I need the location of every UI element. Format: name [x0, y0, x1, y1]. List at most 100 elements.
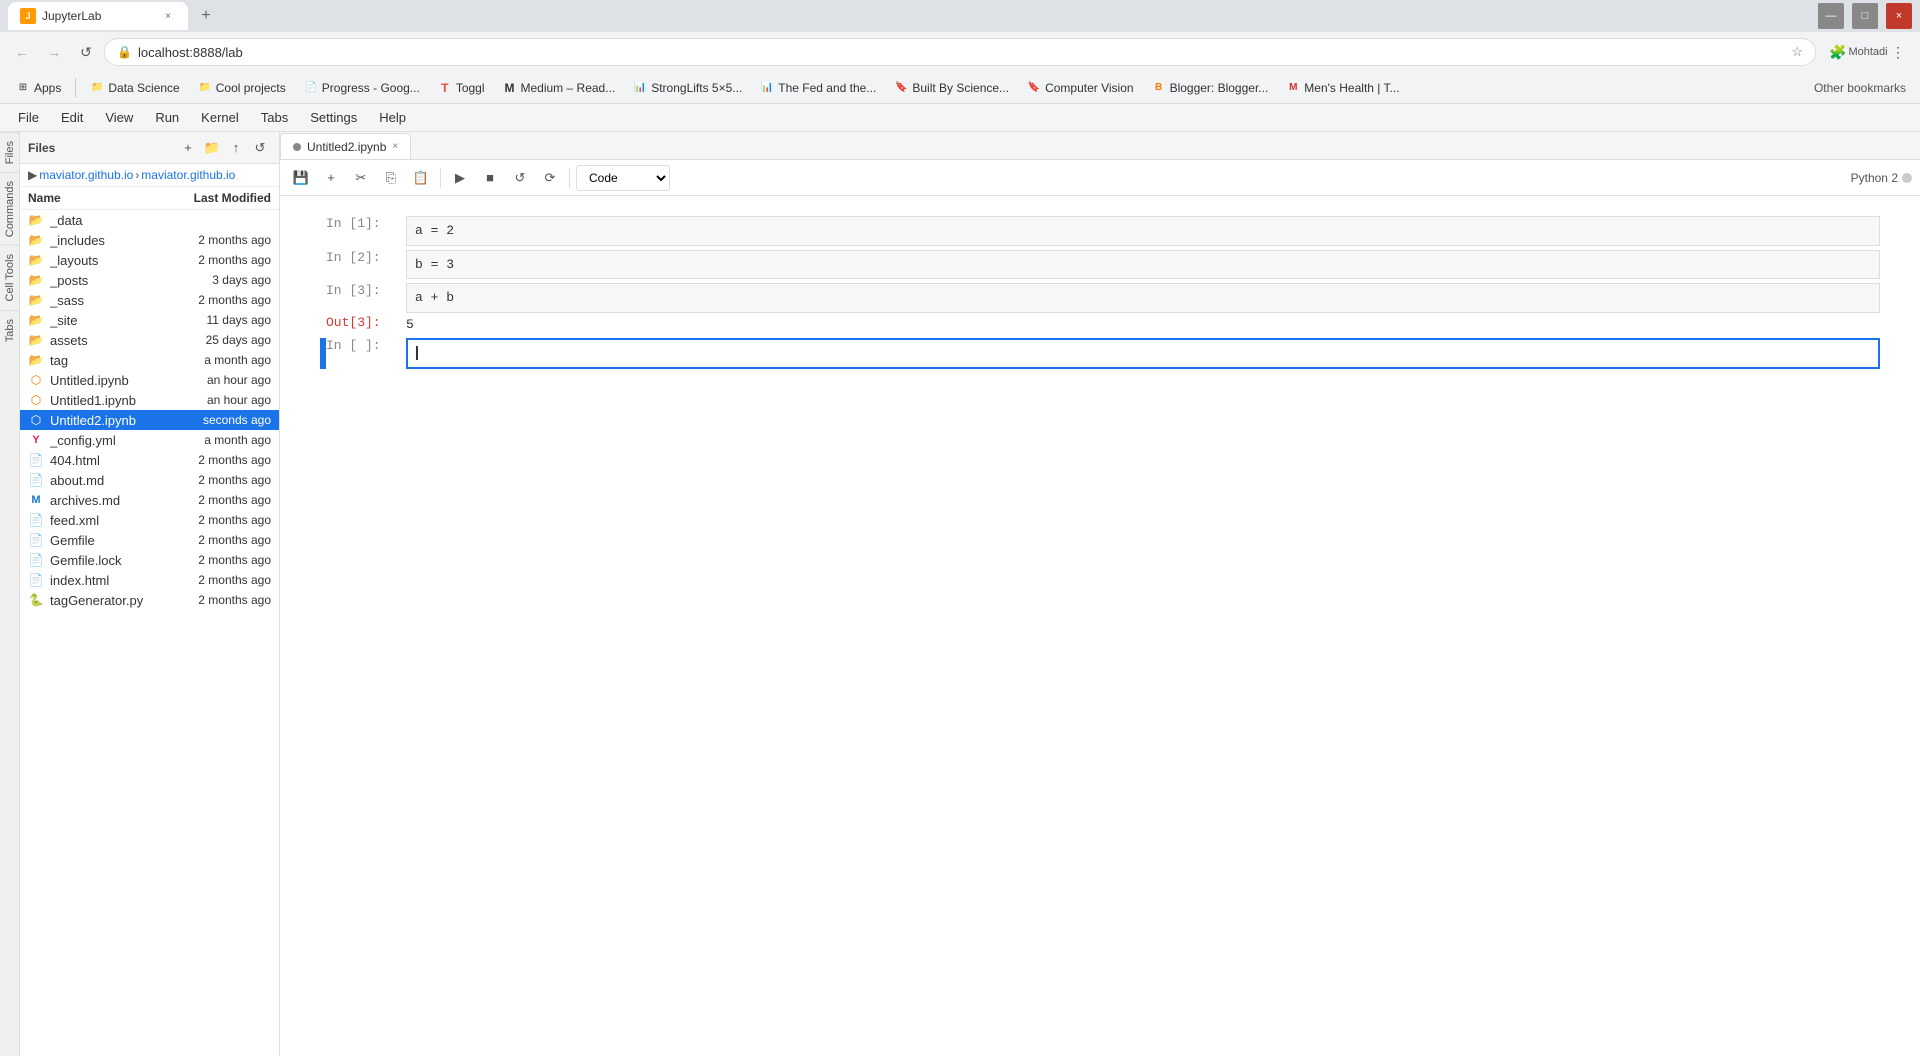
more-bookmarks-button[interactable]: Other bookmarks [1808, 79, 1912, 97]
file-modified-date: 2 months ago [198, 553, 271, 567]
restart-run-all-button[interactable]: ⟳ [537, 165, 563, 191]
code-cell-input[interactable]: a = 2 [406, 216, 1880, 246]
notebook-area: Untitled2.ipynb × 💾 + ✂ ⎘ 📋 ▶ ■ [280, 132, 1920, 1056]
modified-indicator [293, 143, 301, 151]
list-item[interactable]: 📂 tag a month ago [20, 350, 279, 370]
bookmark-data-science[interactable]: 📁 Data Science [82, 79, 187, 97]
list-item[interactable]: 📂 _data [20, 210, 279, 230]
vertical-tabs: Files Commands Cell Tools Tabs [0, 132, 20, 1056]
code-cell-input[interactable]: b = 3 [406, 250, 1880, 280]
reload-button[interactable]: ↺ [72, 38, 100, 66]
cell-type-selector[interactable]: Code Markdown Raw [576, 165, 670, 191]
list-item[interactable]: Y _config.yml a month ago [20, 430, 279, 450]
list-item[interactable]: 🐍 tagGenerator.py 2 months ago [20, 590, 279, 610]
window-close[interactable]: × [1886, 3, 1912, 29]
vert-tab-files[interactable]: Files [0, 132, 19, 172]
active-code-cell-input[interactable] [406, 338, 1880, 370]
folder-icon: 📂 [28, 252, 44, 268]
bookmark-progress[interactable]: 📄 Progress - Goog... [296, 79, 428, 97]
copy-cell-button[interactable]: ⎘ [378, 165, 404, 191]
toolbar-separator [440, 168, 441, 188]
bookmark-computer-vision[interactable]: 🔖 Computer Vision [1019, 79, 1142, 97]
add-cell-button[interactable]: + [318, 165, 344, 191]
new-launcher-button[interactable]: + [177, 137, 199, 159]
breadcrumb-root[interactable]: maviator.github.io [39, 168, 133, 182]
menu-edit[interactable]: Edit [51, 106, 93, 129]
bookmark-star[interactable]: ☆ [1791, 44, 1803, 60]
cell-input-prompt: In [2]: [326, 250, 406, 265]
window-minimize[interactable]: — [1818, 3, 1844, 29]
upload-button[interactable]: ↑ [225, 137, 247, 159]
breadcrumb-child[interactable]: maviator.github.io [141, 168, 235, 182]
list-item[interactable]: 📄 Gemfile.lock 2 months ago [20, 550, 279, 570]
bookmark-stronglifts[interactable]: 📊 StrongLifts 5×5... [625, 79, 750, 97]
list-item[interactable]: 📂 _layouts 2 months ago [20, 250, 279, 270]
vert-tab-commands[interactable]: Commands [0, 172, 19, 245]
list-item[interactable]: M archives.md 2 months ago [20, 490, 279, 510]
run-cell-button[interactable]: ▶ [447, 165, 473, 191]
mens-health-icon: M [1286, 81, 1300, 95]
cut-cell-button[interactable]: ✂ [348, 165, 374, 191]
menu-button[interactable]: ⋮ [1884, 38, 1912, 66]
profile-button[interactable]: Mohtadi [1854, 38, 1882, 66]
file-modified-date: 25 days ago [206, 333, 271, 347]
menu-kernel[interactable]: Kernel [191, 106, 249, 129]
paste-cell-button[interactable]: 📋 [408, 165, 434, 191]
vert-tab-cell-tools[interactable]: Cell Tools [0, 245, 19, 310]
file-name-text: _site [50, 313, 77, 328]
list-item[interactable]: 📄 feed.xml 2 months ago [20, 510, 279, 530]
list-item[interactable]: 📄 index.html 2 months ago [20, 570, 279, 590]
menu-tabs[interactable]: Tabs [251, 106, 298, 129]
bookmark-fed[interactable]: 📊 The Fed and the... [752, 79, 884, 97]
window-maximize[interactable]: □ [1852, 3, 1878, 29]
menu-file[interactable]: File [8, 106, 49, 129]
tab-close-button[interactable]: × [160, 8, 176, 24]
menu-settings[interactable]: Settings [300, 106, 367, 129]
bookmark-medium[interactable]: M Medium – Read... [495, 79, 624, 97]
menu-help[interactable]: Help [369, 106, 416, 129]
cell-input-prompt: In [3]: [326, 283, 406, 298]
file-list-header: Name Last Modified [20, 187, 279, 210]
restart-kernel-button[interactable]: ↺ [507, 165, 533, 191]
forward-button[interactable]: → [40, 38, 68, 66]
list-item[interactable]: 📂 _site 11 days ago [20, 310, 279, 330]
stop-kernel-button[interactable]: ■ [477, 165, 503, 191]
refresh-button[interactable]: ↺ [249, 137, 271, 159]
list-item[interactable]: 📄 404.html 2 months ago [20, 450, 279, 470]
list-item[interactable]: 📂 _posts 3 days ago [20, 270, 279, 290]
close-notebook-tab[interactable]: × [392, 141, 398, 152]
list-item[interactable]: 📂 assets 25 days ago [20, 330, 279, 350]
bookmark-built-by-science[interactable]: 🔖 Built By Science... [886, 79, 1017, 97]
browser-title-bar: J JupyterLab × + — □ × [0, 0, 1920, 32]
menu-view[interactable]: View [95, 106, 143, 129]
menu-run[interactable]: Run [145, 106, 189, 129]
bookmark-apps[interactable]: ⊞ Apps [8, 79, 69, 97]
list-item[interactable]: 📄 Gemfile 2 months ago [20, 530, 279, 550]
bookmark-mens-health[interactable]: M Men's Health | T... [1278, 79, 1407, 97]
list-item[interactable]: 📂 _sass 2 months ago [20, 290, 279, 310]
file-modified-date: 2 months ago [198, 573, 271, 587]
notebook-tab[interactable]: Untitled2.ipynb × [280, 133, 411, 159]
browser-tab[interactable]: J JupyterLab × [8, 2, 188, 30]
bookmark-blogger[interactable]: B Blogger: Blogger... [1144, 79, 1277, 97]
file-item-name: 📄 Gemfile [28, 532, 198, 548]
list-item[interactable]: ⬡ Untitled1.ipynb an hour ago [20, 390, 279, 410]
list-item[interactable]: 📄 about.md 2 months ago [20, 470, 279, 490]
cell-container-active: In [ ]: [320, 338, 1880, 370]
cell-input-prompt: In [ ]: [326, 338, 406, 353]
bookmark-toggl[interactable]: T Toggl [430, 79, 493, 97]
code-cell-input[interactable]: a + b [406, 283, 1880, 313]
new-folder-button[interactable]: 📁 [201, 137, 223, 159]
progress-icon: 📄 [304, 81, 318, 95]
list-item[interactable]: 📂 _includes 2 months ago [20, 230, 279, 250]
back-button[interactable]: ← [8, 38, 36, 66]
bookmark-cool-projects[interactable]: 📁 Cool projects [190, 79, 294, 97]
address-bar[interactable]: 🔒 localhost:8888/lab ☆ [104, 38, 1816, 66]
vert-tab-tabs[interactable]: Tabs [0, 310, 19, 350]
new-tab-button[interactable]: + [192, 2, 220, 30]
list-item[interactable]: ⬡ Untitled2.ipynb seconds ago [20, 410, 279, 430]
list-item[interactable]: ⬡ Untitled.ipynb an hour ago [20, 370, 279, 390]
breadcrumb-separator: › [135, 168, 139, 182]
cell-row: In [1]: a = 2 [326, 216, 1880, 246]
save-button[interactable]: 💾 [288, 165, 314, 191]
